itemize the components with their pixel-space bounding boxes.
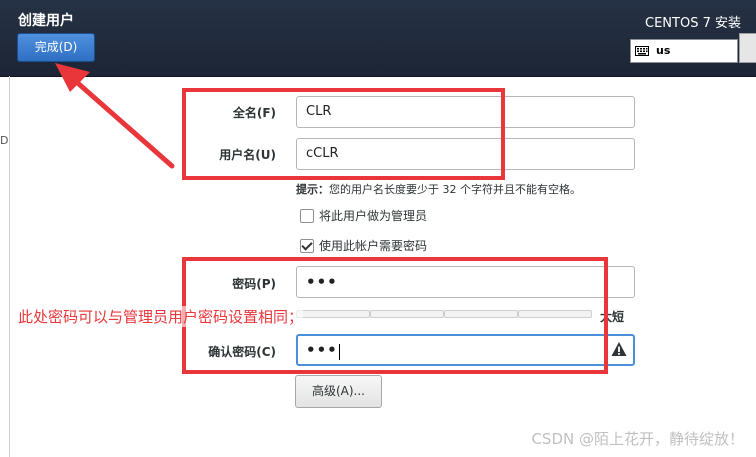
annotation-arrow xyxy=(55,63,175,169)
annotation-text: 此处密码可以与管理员用户密码设置相同； xyxy=(18,306,304,327)
watermark: CSDN @陌上花开，静待绽放！ xyxy=(531,430,744,448)
